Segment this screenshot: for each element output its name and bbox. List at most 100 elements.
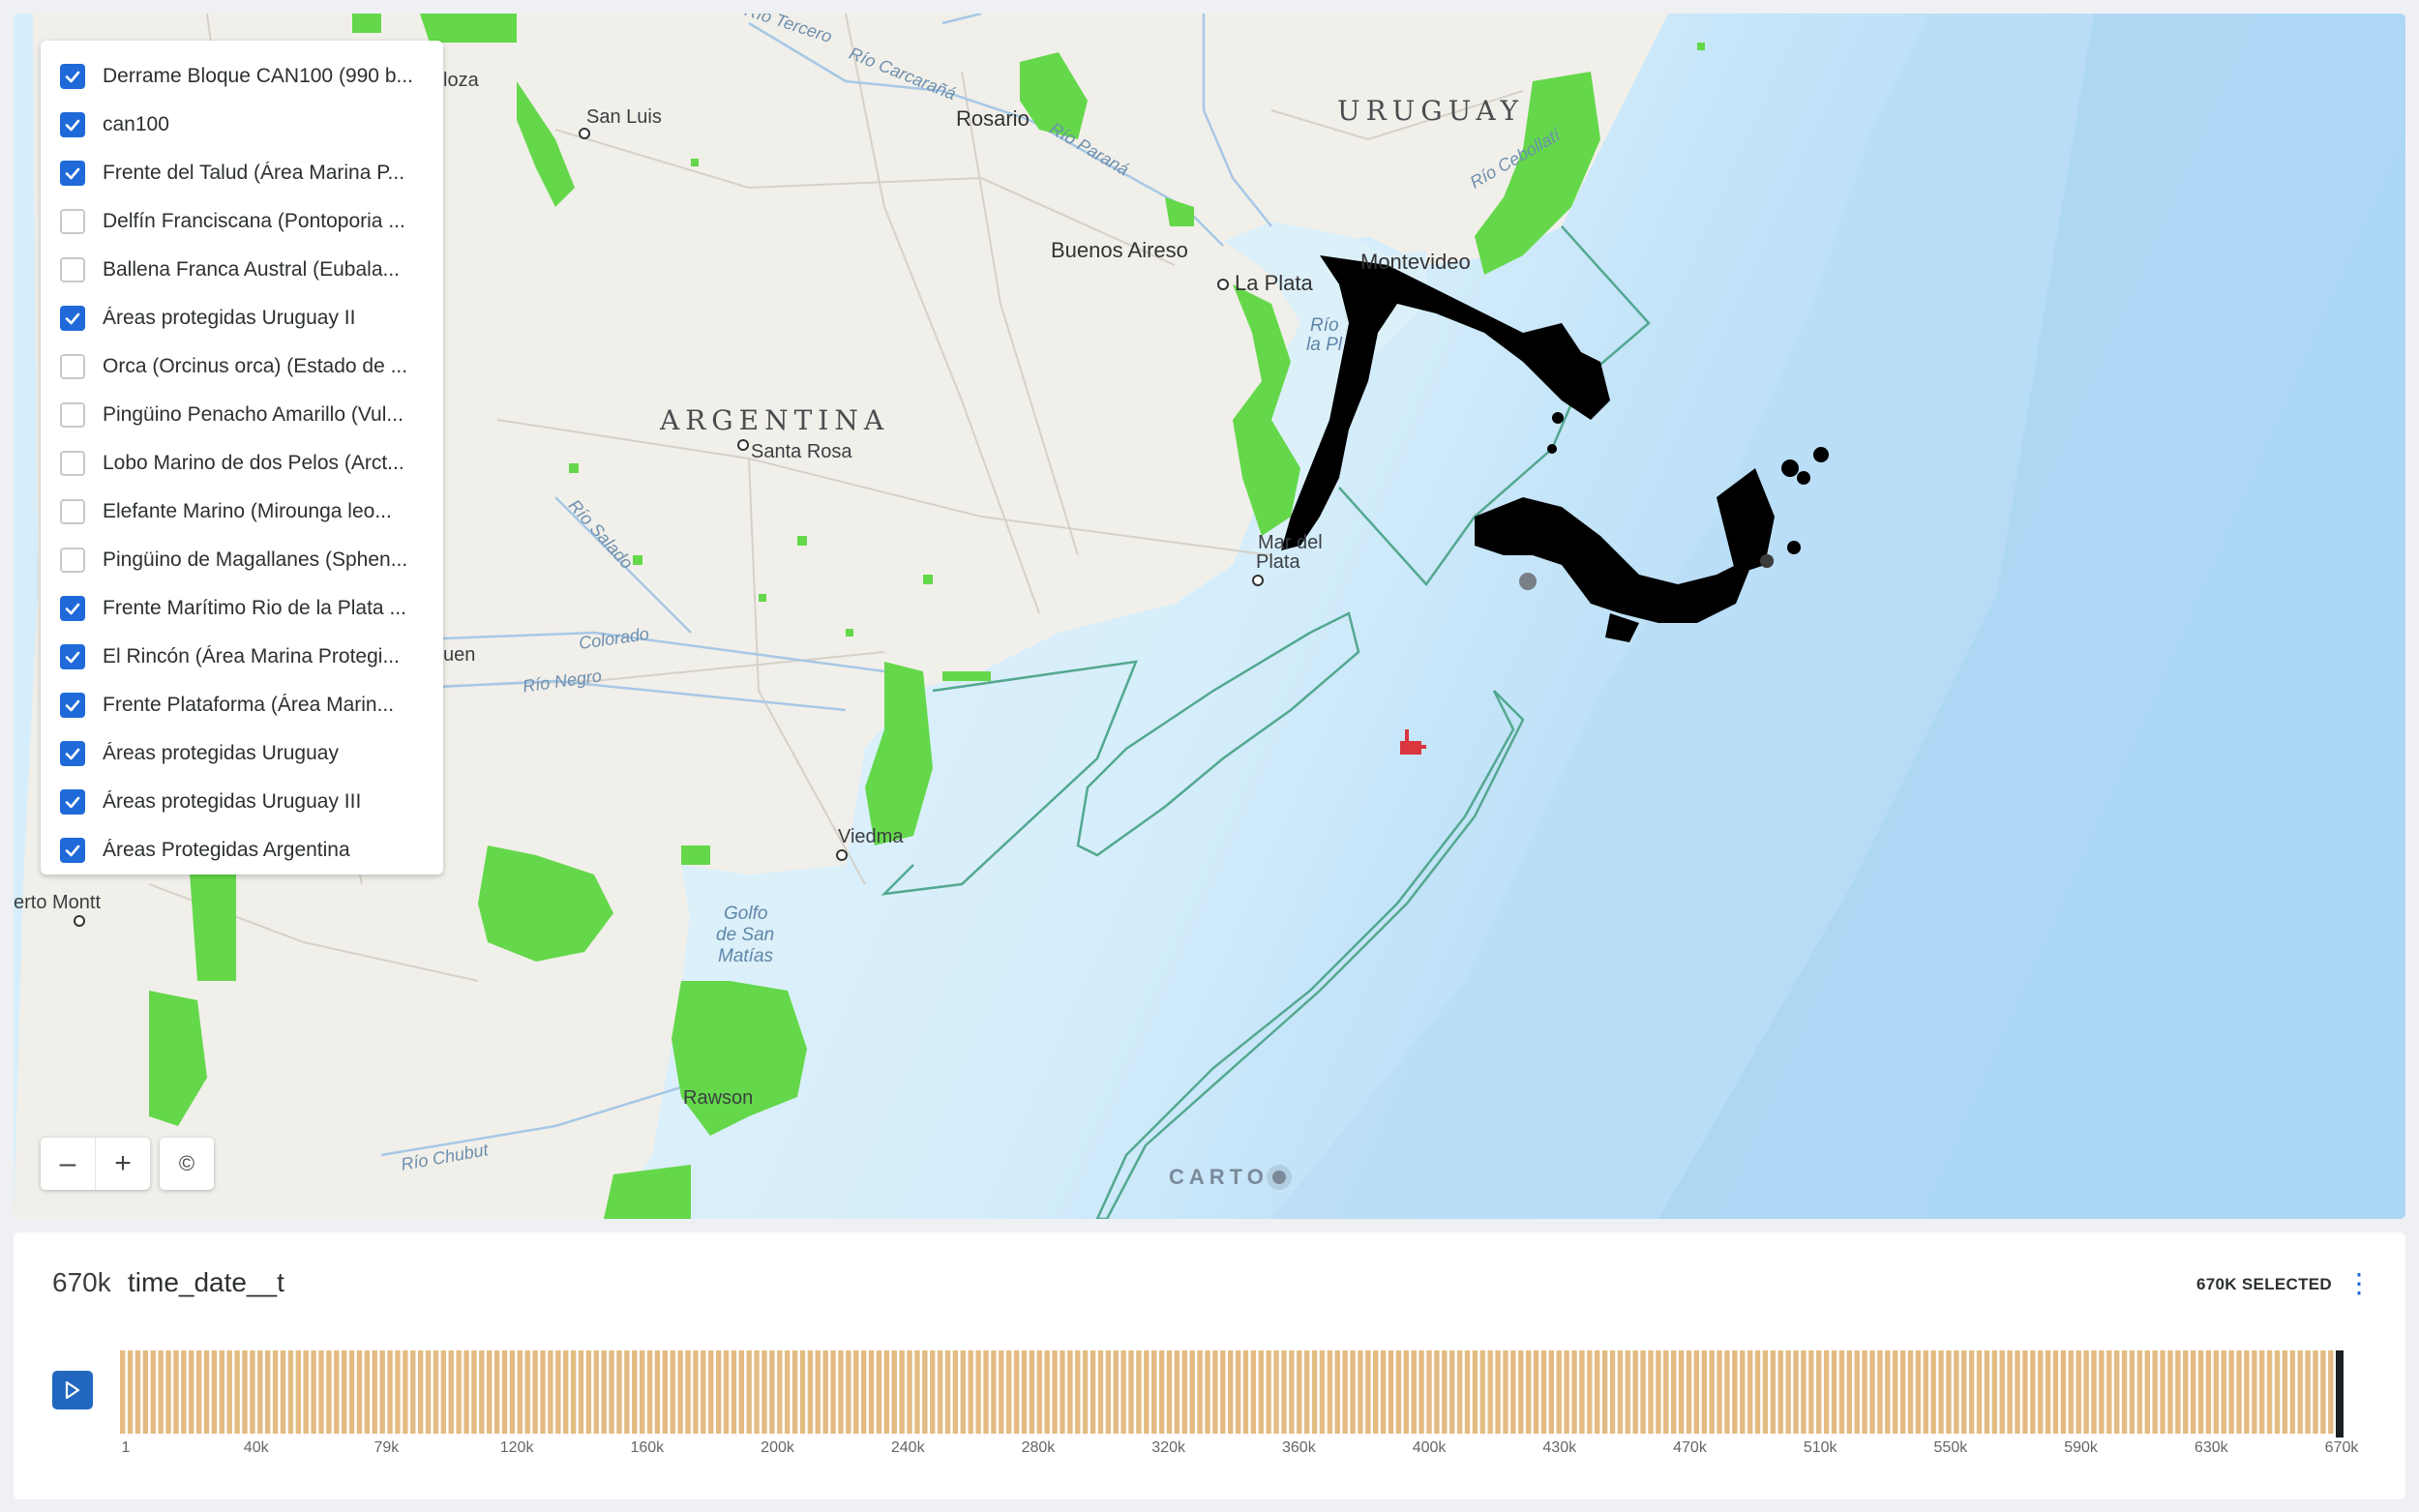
histogram-bar[interactable]: [1678, 1350, 1685, 1434]
histogram-bar[interactable]: [1250, 1350, 1257, 1434]
histogram-bar[interactable]: [1067, 1350, 1073, 1434]
histogram-bar[interactable]: [807, 1350, 814, 1434]
layer-item[interactable]: Frente Plataforma (Área Marin...: [41, 681, 443, 729]
histogram-bar[interactable]: [1006, 1350, 1012, 1434]
histogram-bar[interactable]: [1968, 1350, 1975, 1434]
histogram-bar[interactable]: [387, 1350, 393, 1434]
histogram-bar[interactable]: [2038, 1350, 2044, 1434]
histogram-bar[interactable]: [693, 1350, 699, 1434]
histogram-bar[interactable]: [738, 1350, 744, 1434]
histogram-bar[interactable]: [876, 1350, 882, 1434]
histogram-bar[interactable]: [1052, 1350, 1058, 1434]
histogram-bar[interactable]: [471, 1350, 477, 1434]
histogram-bar[interactable]: [1151, 1350, 1157, 1434]
histogram-bar[interactable]: [1365, 1350, 1371, 1434]
histogram-bar[interactable]: [2129, 1350, 2135, 1434]
layer-item[interactable]: Pingüino de Magallanes (Sphen...: [41, 536, 443, 584]
checkbox-checked[interactable]: [60, 112, 85, 137]
checkbox-checked[interactable]: [60, 64, 85, 89]
layer-item[interactable]: Derrame Bloque CAN100 (990 b...: [41, 52, 443, 101]
layer-item[interactable]: Delfín Franciscana (Pontoporia ...: [41, 197, 443, 246]
histogram-bar[interactable]: [1174, 1350, 1180, 1434]
histogram-bar[interactable]: [287, 1350, 294, 1434]
histogram-bar[interactable]: [1220, 1350, 1226, 1434]
histogram-bar[interactable]: [2228, 1350, 2234, 1434]
histogram-bar[interactable]: [1105, 1350, 1112, 1434]
histogram-bar[interactable]: [1709, 1350, 1715, 1434]
histogram-bar[interactable]: [785, 1350, 791, 1434]
histogram-bar[interactable]: [1090, 1350, 1096, 1434]
histogram-bar[interactable]: [975, 1350, 981, 1434]
histogram-bar[interactable]: [2274, 1350, 2281, 1434]
histogram-bar[interactable]: [242, 1350, 248, 1434]
histogram-bar[interactable]: [670, 1350, 675, 1434]
histogram-bar[interactable]: [868, 1350, 875, 1434]
histogram-bar[interactable]: [120, 1350, 126, 1434]
histogram-bar[interactable]: [853, 1350, 859, 1434]
layer-item[interactable]: El Rincón (Área Marina Protegi...: [41, 633, 443, 681]
histogram-bar[interactable]: [342, 1350, 347, 1434]
layer-item[interactable]: Frente Marítimo Rio de la Plata ...: [41, 584, 443, 633]
histogram-bar[interactable]: [1319, 1350, 1326, 1434]
histogram-bar[interactable]: [777, 1350, 783, 1434]
histogram-bar[interactable]: [1946, 1350, 1952, 1434]
histogram-bar[interactable]: [1564, 1350, 1569, 1434]
histogram-bar[interactable]: [2266, 1350, 2273, 1434]
histogram-bar[interactable]: [1930, 1350, 1936, 1434]
histogram-bar[interactable]: [1571, 1350, 1577, 1434]
histogram-bar[interactable]: [1456, 1350, 1463, 1434]
layer-item[interactable]: Áreas protegidas Uruguay: [41, 729, 443, 778]
histogram-bar[interactable]: [2244, 1350, 2250, 1434]
histogram-bar[interactable]: [1128, 1350, 1134, 1434]
histogram-bar[interactable]: [999, 1350, 1004, 1434]
histogram-bar[interactable]: [1785, 1350, 1791, 1434]
attribution-button[interactable]: ©: [160, 1138, 214, 1190]
histogram-bar[interactable]: [379, 1350, 385, 1434]
histogram-bar[interactable]: [127, 1350, 134, 1434]
histogram-bar[interactable]: [1899, 1350, 1906, 1434]
histogram-bar[interactable]: [448, 1350, 454, 1434]
histogram-bars[interactable]: [120, 1350, 2365, 1438]
histogram-bar[interactable]: [1419, 1350, 1424, 1434]
histogram-bar[interactable]: [2313, 1350, 2318, 1434]
histogram-bar[interactable]: [1984, 1350, 1990, 1434]
histogram-bar[interactable]: [968, 1350, 973, 1434]
histogram-bar[interactable]: [1487, 1350, 1493, 1434]
histogram-bar[interactable]: [334, 1350, 340, 1434]
histogram-bar[interactable]: [2076, 1350, 2081, 1434]
histogram-bar[interactable]: [1601, 1350, 1608, 1434]
histogram-bar[interactable]: [203, 1350, 210, 1434]
histogram-bar[interactable]: [487, 1350, 493, 1434]
histogram-bar[interactable]: [2289, 1350, 2295, 1434]
histogram-bar[interactable]: [1060, 1350, 1065, 1434]
histogram-bar[interactable]: [2007, 1350, 2013, 1434]
histogram-bar[interactable]: [578, 1350, 584, 1434]
histogram-bar[interactable]: [585, 1350, 592, 1434]
histogram-bar[interactable]: [173, 1350, 179, 1434]
layer-item[interactable]: Lobo Marino de dos Pelos (Arct...: [41, 439, 443, 488]
histogram-bar[interactable]: [883, 1350, 890, 1434]
histogram-bar[interactable]: [593, 1350, 599, 1434]
checkbox-unchecked[interactable]: [60, 499, 85, 524]
histogram-bar[interactable]: [2252, 1350, 2257, 1434]
histogram-bar[interactable]: [1358, 1350, 1363, 1434]
histogram-bar[interactable]: [1907, 1350, 1914, 1434]
histogram-bar[interactable]: [1999, 1350, 2005, 1434]
histogram-bar[interactable]: [2221, 1350, 2226, 1434]
checkbox-checked[interactable]: [60, 741, 85, 766]
histogram-bar[interactable]: [318, 1350, 324, 1434]
histogram-bar[interactable]: [1395, 1350, 1402, 1434]
histogram-bar[interactable]: [1388, 1350, 1394, 1434]
histogram-bar[interactable]: [1327, 1350, 1333, 1434]
histogram-bar[interactable]: [1189, 1350, 1195, 1434]
histogram-bar[interactable]: [1503, 1350, 1508, 1434]
histogram-bar[interactable]: [1617, 1350, 1624, 1434]
histogram-bar[interactable]: [1013, 1350, 1020, 1434]
histogram-bar[interactable]: [555, 1350, 561, 1434]
histogram-bar[interactable]: [662, 1350, 669, 1434]
histogram-bar[interactable]: [624, 1350, 630, 1434]
histogram-bar[interactable]: [1838, 1350, 1845, 1434]
histogram-bar[interactable]: [1097, 1350, 1104, 1434]
histogram-bar[interactable]: [1380, 1350, 1387, 1434]
histogram-bar[interactable]: [860, 1350, 867, 1434]
